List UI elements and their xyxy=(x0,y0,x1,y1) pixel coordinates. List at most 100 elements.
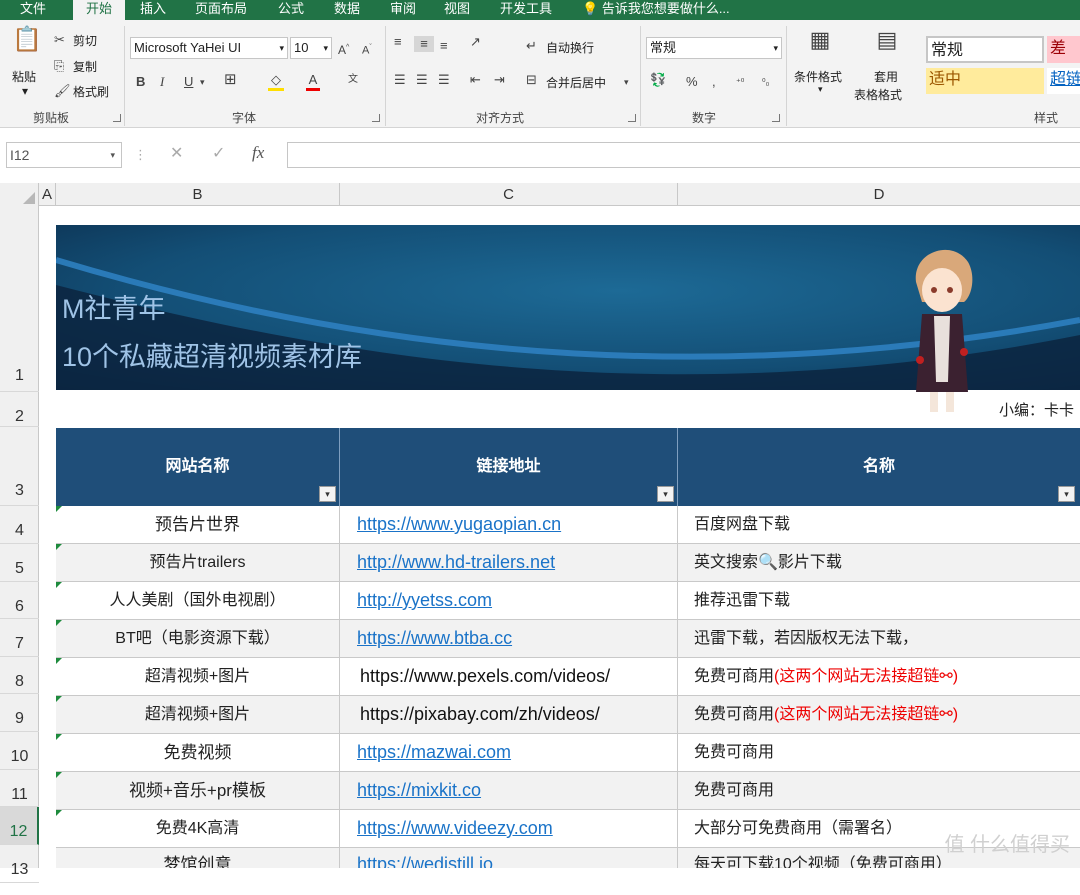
increase-indent-icon[interactable]: ⇥ xyxy=(494,72,505,88)
format-painter-button[interactable]: 格式刷 xyxy=(73,83,109,100)
description-cell[interactable]: 百度网盘下载 xyxy=(678,506,1080,543)
table-format-label-2[interactable]: 表格格式 xyxy=(854,86,902,103)
merge-center-icon[interactable]: ⊟ xyxy=(526,72,537,88)
menu-file[interactable]: 文件 xyxy=(20,0,46,20)
tell-me-box[interactable]: 💡 告诉我您想要做什么... xyxy=(582,0,730,20)
link-cell[interactable]: http://yyetss.com xyxy=(340,582,678,619)
menu-view[interactable]: 视图 xyxy=(444,0,470,20)
orientation-icon[interactable]: ↗ xyxy=(470,34,481,50)
insert-function-icon[interactable]: fx xyxy=(252,144,264,161)
column-header-c[interactable]: C xyxy=(340,183,678,206)
table-format-icon[interactable]: ▤ xyxy=(872,29,902,60)
font-launcher-icon[interactable] xyxy=(372,114,380,122)
conditional-format-button[interactable]: 条件格式 xyxy=(794,68,842,85)
enter-icon[interactable]: ✓ xyxy=(212,146,225,162)
cut-button[interactable]: 剪切 xyxy=(73,32,97,49)
number-launcher-icon[interactable] xyxy=(772,114,780,122)
wrap-text-button[interactable]: 自动换行 xyxy=(546,39,594,56)
link-cell[interactable]: https://www.yugaopian.cn xyxy=(340,506,678,543)
fill-color-icon[interactable]: ◇ xyxy=(268,72,284,91)
site-name-cell[interactable]: 超清视频+图片 xyxy=(56,658,340,695)
site-name-cell[interactable]: 免费视频 xyxy=(56,734,340,771)
filter-dropdown-icon[interactable]: ▾ xyxy=(319,486,336,502)
row-header-10[interactable]: 10 xyxy=(0,732,39,770)
row-header-13[interactable]: 13 xyxy=(0,845,39,883)
filter-dropdown-icon[interactable]: ▾ xyxy=(1058,486,1075,502)
paste-dropdown-icon[interactable]: ▾ xyxy=(22,84,28,98)
font-name-select[interactable]: Microsoft YaHei UI ▾ xyxy=(130,37,288,59)
link-cell[interactable]: https://mazwai.com xyxy=(340,734,678,771)
description-cell[interactable]: 迅雷下载，若因版权无法下载， xyxy=(678,620,1080,657)
style-hyperlink[interactable]: 超链 xyxy=(1047,68,1080,94)
number-format-select[interactable]: 常规 ▾ xyxy=(646,37,782,59)
column-header-b[interactable]: B xyxy=(56,183,340,206)
link-cell[interactable]: https://mixkit.co xyxy=(340,772,678,809)
merge-center-button[interactable]: 合并后居中 xyxy=(546,74,606,91)
hyperlink[interactable]: https://www.videezy.com xyxy=(357,818,553,838)
row-header-8[interactable]: 8 xyxy=(0,657,39,694)
underline-button[interactable]: U xyxy=(184,74,193,90)
site-name-cell[interactable]: 超清视频+图片 xyxy=(56,696,340,733)
site-name-cell[interactable]: 视频+音乐+pr模板 xyxy=(56,772,340,809)
menu-developer[interactable]: 开发工具 xyxy=(500,0,552,20)
description-cell[interactable]: 免费可商用(这两个网站无法接超链⚯) xyxy=(678,658,1080,695)
row-header-6[interactable]: 6 xyxy=(0,582,39,619)
link-cell[interactable]: https://www.btba.cc xyxy=(340,620,678,657)
hyperlink[interactable]: https://www.yugaopian.cn xyxy=(357,514,561,534)
phonetic-icon[interactable]: 文 xyxy=(348,72,358,88)
description-cell[interactable]: 推荐迅雷下载 xyxy=(678,582,1080,619)
copy-icon[interactable]: ⎘ xyxy=(54,58,64,74)
hyperlink[interactable]: https://mazwai.com xyxy=(357,742,511,762)
format-painter-icon[interactable]: 🖌 xyxy=(54,83,71,99)
align-left-icon[interactable]: ☰ xyxy=(394,72,406,88)
hyperlink[interactable]: https://www.btba.cc xyxy=(357,628,512,648)
menu-home[interactable]: 开始 xyxy=(73,0,125,22)
row-header-5[interactable]: 5 xyxy=(0,544,39,582)
description-cell[interactable]: 英文搜索🔍影片下载 xyxy=(678,544,1080,581)
align-center-icon[interactable]: ☰ xyxy=(416,72,428,88)
name-box[interactable]: I12 ▾ xyxy=(6,142,122,168)
site-name-cell[interactable]: BT吧（电影资源下载） xyxy=(56,620,340,657)
chevron-down-icon[interactable]: ▾ xyxy=(624,74,629,90)
grow-font-icon[interactable]: A^ xyxy=(338,40,349,58)
alignment-launcher-icon[interactable] xyxy=(628,114,636,122)
row-header-7[interactable]: 7 xyxy=(0,619,39,657)
hyperlink[interactable]: https://wedistill.io xyxy=(357,854,493,868)
hyperlink[interactable]: http://www.hd-trailers.net xyxy=(357,552,555,572)
link-cell[interactable]: http://www.hd-trailers.net xyxy=(340,544,678,581)
comma-button[interactable]: , xyxy=(712,74,716,90)
align-middle-icon[interactable]: ≡ xyxy=(414,36,434,52)
site-name-cell[interactable]: 预告片trailers xyxy=(56,544,340,581)
row-header-11[interactable]: 11 xyxy=(0,770,39,807)
row-header-4[interactable]: 4 xyxy=(0,506,39,544)
style-bad[interactable]: 差 xyxy=(1047,36,1080,63)
link-cell[interactable]: https://pixabay.com/zh/videos/ xyxy=(340,696,678,733)
description-cell[interactable]: 免费可商用 xyxy=(678,772,1080,809)
percent-button[interactable]: % xyxy=(686,74,698,90)
wrap-text-icon[interactable]: ↵ xyxy=(526,38,537,54)
conditional-format-icon[interactable]: ▦ xyxy=(806,29,834,60)
row-header-2[interactable]: 2 xyxy=(0,392,39,427)
cancel-icon[interactable]: ✕ xyxy=(170,146,183,162)
site-name-cell[interactable]: 人人美剧（国外电视剧） xyxy=(56,582,340,619)
column-header-a[interactable]: A xyxy=(39,183,56,206)
italic-button[interactable]: I xyxy=(160,74,164,90)
link-cell[interactable]: https://www.pexels.com/videos/ xyxy=(340,658,678,695)
formula-input[interactable] xyxy=(287,142,1080,168)
column-header-d[interactable]: D xyxy=(678,183,1080,206)
row-header-3[interactable]: 3 xyxy=(0,427,39,506)
hyperlink[interactable]: https://mixkit.co xyxy=(357,780,481,800)
font-size-select[interactable]: 10 ▾ xyxy=(290,37,332,59)
style-neutral[interactable]: 适中 xyxy=(926,68,1044,94)
site-name-cell[interactable]: 预告片世界 xyxy=(56,506,340,543)
description-cell[interactable]: 免费可商用(这两个网站无法接超链⚯) xyxy=(678,696,1080,733)
style-normal[interactable]: 常规 xyxy=(926,36,1044,63)
cut-icon[interactable]: ✂ xyxy=(54,32,65,48)
row-header-9[interactable]: 9 xyxy=(0,694,39,732)
decrease-indent-icon[interactable]: ⇤ xyxy=(470,72,481,88)
clipboard-launcher-icon[interactable] xyxy=(113,114,121,122)
currency-icon[interactable]: 💱 xyxy=(650,72,666,88)
link-cell[interactable]: https://www.videezy.com xyxy=(340,810,678,847)
copy-button[interactable]: 复制 xyxy=(73,58,97,75)
row-header-12[interactable]: 12 xyxy=(0,807,39,845)
